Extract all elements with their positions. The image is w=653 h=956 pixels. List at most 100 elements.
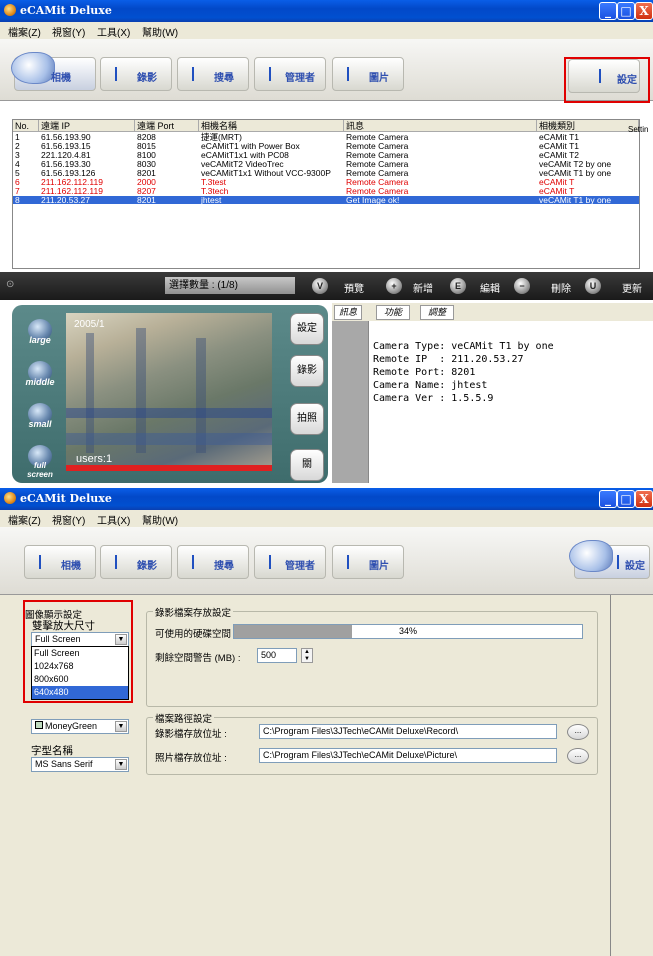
menu-help-2[interactable]: 幫助(W) — [142, 512, 178, 527]
table-cell: Remote Camera — [346, 168, 409, 178]
tab-divider — [39, 555, 41, 569]
edit-label[interactable]: 編輯 — [480, 280, 500, 295]
preview-snapshot-button[interactable]: 拍照 — [290, 403, 324, 435]
edit-icon[interactable]: E — [450, 278, 466, 294]
table-cell: Remote Camera — [346, 177, 409, 187]
selection-count: 選擇數量 : (1/8) — [165, 277, 295, 294]
delete-label[interactable]: 刪除 — [551, 280, 571, 295]
maximize-button-2[interactable]: □ — [617, 490, 635, 508]
menu-tools[interactable]: 工具(X) — [97, 24, 130, 39]
table-row[interactable]: 3 221.120.4.81 8100 eCAMitT1x1 with PC08 Rem… — [13, 150, 639, 160]
record-path-input[interactable]: C:\Program Files\3JTech\eCAMit Deluxe\Re… — [259, 724, 557, 739]
col-name[interactable]: 相機名稱 — [199, 120, 344, 132]
highlight-box — [564, 57, 650, 103]
preview-settings-button[interactable]: 設定 — [290, 313, 324, 345]
tab-divider — [347, 67, 349, 81]
tab-info[interactable]: 訊息 — [334, 305, 362, 320]
table-cell: 61.56.193.15 — [41, 141, 91, 151]
table-cell: 8201 — [137, 168, 156, 178]
tab-function[interactable]: 功能 — [376, 305, 410, 320]
col-message[interactable]: 訊息 — [344, 120, 537, 132]
table-row[interactable]: 1 61.56.193.90 8208 捷運(MRT) Remote Camera eCA… — [13, 132, 639, 142]
chevron-down-icon[interactable]: ▼ — [115, 759, 127, 770]
preview-label[interactable]: 預覽 — [344, 280, 364, 295]
tab-divider — [347, 555, 349, 569]
close-button[interactable]: X — [635, 2, 653, 20]
menu-window-2[interactable]: 視窗(Y) — [52, 512, 85, 527]
minimize-button[interactable]: _ — [599, 2, 617, 20]
record-group-label: 錄影檔案存放設定 — [153, 605, 234, 619]
table-row[interactable]: 6 211.162.112.119 2000 T.3test Remote Camera… — [13, 177, 639, 187]
size-full-button[interactable]: full screen — [22, 445, 58, 479]
menu-window[interactable]: 視窗(Y) — [52, 24, 85, 39]
size-large-button[interactable]: large — [22, 319, 58, 349]
table-cell: 211.162.112.119 — [41, 177, 103, 187]
record-path-browse-button[interactable]: ... — [567, 724, 589, 740]
menu-help[interactable]: 幫助(W) — [142, 24, 178, 39]
maximize-button[interactable]: □ — [617, 2, 635, 20]
chevron-down-icon[interactable]: ▼ — [115, 721, 127, 732]
tab-admin-2[interactable]: 管理者 — [254, 545, 326, 579]
tab-divider — [192, 555, 194, 569]
tab-admin[interactable]: 管理者 — [254, 57, 326, 91]
camera-list[interactable]: No. 遠端 IP 遠端 Port 相機名稱 訊息 相機類別 1 61.56.19… — [12, 119, 640, 269]
menu-file[interactable]: 檔案(Z) — [8, 24, 41, 39]
tab-divider — [269, 555, 271, 569]
record-settings-group: 錄影檔案存放設定 可使用的硬碟空間 : 34% 剩餘空間警告 (MB) : 50… — [146, 605, 598, 707]
tab-picture-2[interactable]: 圖片 — [332, 545, 404, 579]
color-select[interactable]: MoneyGreen ▼ — [31, 719, 129, 734]
title-bar-2: eCAMit Deluxe _ □ X — [0, 488, 653, 510]
delete-icon[interactable]: − — [514, 278, 530, 294]
tab-record-2[interactable]: 錄影 — [100, 545, 172, 579]
tab-search-2[interactable]: 搜尋 — [177, 545, 249, 579]
menu-tools-2[interactable]: 工具(X) — [97, 512, 130, 527]
table-cell: veCAMit T1 by one — [539, 195, 612, 205]
tab-adjust[interactable]: 調整 — [420, 305, 454, 320]
add-icon[interactable]: + — [386, 278, 402, 294]
table-cell: 1 — [15, 132, 20, 142]
small-circle-icon: ⊙ — [6, 279, 15, 290]
picture-path-browse-button[interactable]: ... — [567, 748, 589, 764]
table-cell: 5 — [15, 168, 20, 178]
table-row[interactable]: 7 211.162.112.119 8207 T.3tech Remote Camera… — [13, 187, 639, 196]
space-warning-spinner[interactable]: ▲ ▼ — [301, 648, 313, 663]
preview-panel: large middle small full screen 2005/1 us… — [12, 305, 328, 483]
close-button-2[interactable]: X — [635, 490, 653, 508]
tab-camera-2[interactable]: 相機 — [24, 545, 96, 579]
preview-record-button[interactable]: 錄影 — [290, 355, 324, 387]
refresh-label[interactable]: 更新 — [622, 280, 642, 295]
preview-close-button[interactable]: 關 — [290, 449, 324, 481]
picture-path-input[interactable]: C:\Program Files\3JTech\eCAMit Deluxe\Pi… — [259, 748, 557, 763]
size-middle-button[interactable]: middle — [22, 361, 58, 391]
tab-settings-2[interactable]: 設定 — [569, 540, 650, 579]
tab-camera[interactable]: 相機 — [11, 52, 96, 91]
tab-admin-label-2: 管理者 — [285, 561, 315, 572]
tab-search-label: 搜尋 — [214, 73, 234, 84]
col-no[interactable]: No. — [13, 120, 39, 132]
table-cell: 211.20.53.27 — [41, 195, 90, 205]
font-select[interactable]: MS Sans Serif ▼ — [31, 757, 129, 772]
table-cell: 8201 — [137, 195, 156, 205]
camera-info-text: Camera Type: veCAMit T1 by one Remote IP … — [368, 321, 653, 483]
table-row[interactable]: 5 61.56.193.126 8201 veCAMitT1x1 Without VC… — [13, 168, 639, 178]
col-port[interactable]: 遠端 Port — [135, 120, 199, 132]
tab-record[interactable]: 錄影 — [100, 57, 172, 91]
tab-picture[interactable]: 圖片 — [332, 57, 404, 91]
tab-search[interactable]: 搜尋 — [177, 57, 249, 91]
add-label[interactable]: 新增 — [413, 280, 433, 295]
col-type[interactable]: 相機類別 — [537, 120, 639, 132]
table-row[interactable]: 4 61.56.193.30 8030 veCAMitT2 VideoTrec Remo… — [13, 160, 639, 169]
tab-admin-label: 管理者 — [285, 73, 315, 84]
col-ip[interactable]: 遠端 IP — [39, 120, 135, 132]
space-warning-input[interactable]: 500 — [257, 648, 297, 663]
table-cell: 2000 — [137, 177, 156, 187]
table-cell: eCAMit T2 — [539, 150, 579, 160]
table-row[interactable]: 2 61.56.193.15 8015 eCAMitT1 with Power Box… — [13, 141, 639, 151]
preview-icon[interactable]: V — [312, 278, 328, 294]
table-row[interactable]: 8 211.20.53.27 8201 jhtest Get Image ok! veCA… — [13, 196, 639, 204]
refresh-icon[interactable]: U — [585, 278, 601, 294]
minimize-button-2[interactable]: _ — [599, 490, 617, 508]
menu-file-2[interactable]: 檔案(Z) — [8, 512, 41, 527]
table-cell: 3 — [15, 150, 20, 160]
size-small-button[interactable]: small — [22, 403, 58, 433]
